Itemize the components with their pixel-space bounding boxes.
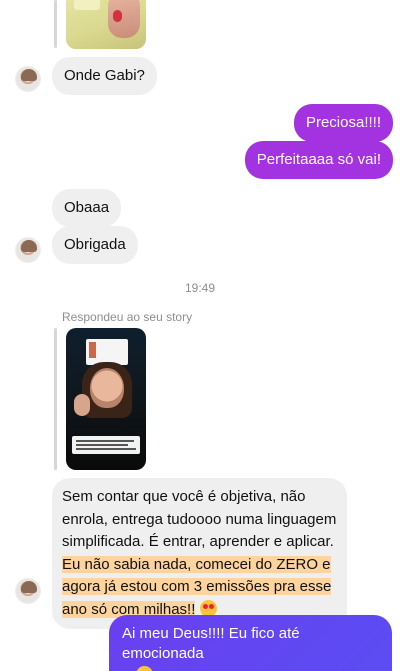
avatar[interactable] (15, 237, 41, 263)
story-reply-label: Respondeu ao seu story (62, 310, 193, 324)
reply-indicator-bar (54, 0, 57, 48)
message-bubble-incoming[interactable]: Obaaa (52, 189, 122, 227)
message-text: Perfeitaaaa só vai! (256, 151, 381, 168)
message-bubble-incoming[interactable]: Sem contar que você é objetiva, não enro… (52, 478, 347, 629)
message-bubble-incoming[interactable]: Obrigada (52, 226, 138, 264)
message-bubble-outgoing[interactable]: Perfeitaaaa só vai! (244, 141, 393, 179)
message-bubble-outgoing[interactable]: Preciosa!!!! (293, 104, 393, 142)
heart-eyes-emoji-icon (199, 599, 217, 617)
message-text: Obaaa (64, 199, 110, 216)
story-thumbnail[interactable] (66, 0, 146, 49)
reply-indicator-bar (54, 328, 57, 470)
message-bubble-outgoing[interactable]: Ai meu Deus!!!! Eu fico até emocionada ♥ (109, 615, 392, 671)
message-text: Ai meu Deus!!!! Eu fico até emocionada (122, 625, 300, 662)
message-text: Preciosa!!!! (305, 114, 381, 131)
story-thumbnail[interactable] (66, 328, 146, 470)
avatar[interactable] (15, 578, 41, 604)
message-text: Obrigada (64, 236, 126, 253)
highlighted-text: Eu não sabia nada, comecei do ZERO e ago… (62, 555, 332, 618)
message-bubble-incoming[interactable]: Onde Gabi? (52, 57, 157, 95)
message-text: Onde Gabi? (64, 67, 145, 84)
avatar[interactable] (15, 66, 41, 92)
message-text: Sem contar que você é objetiva, não enro… (62, 488, 337, 550)
timestamp: 19:49 (184, 281, 216, 295)
pleading-face-emoji-icon (135, 666, 153, 671)
